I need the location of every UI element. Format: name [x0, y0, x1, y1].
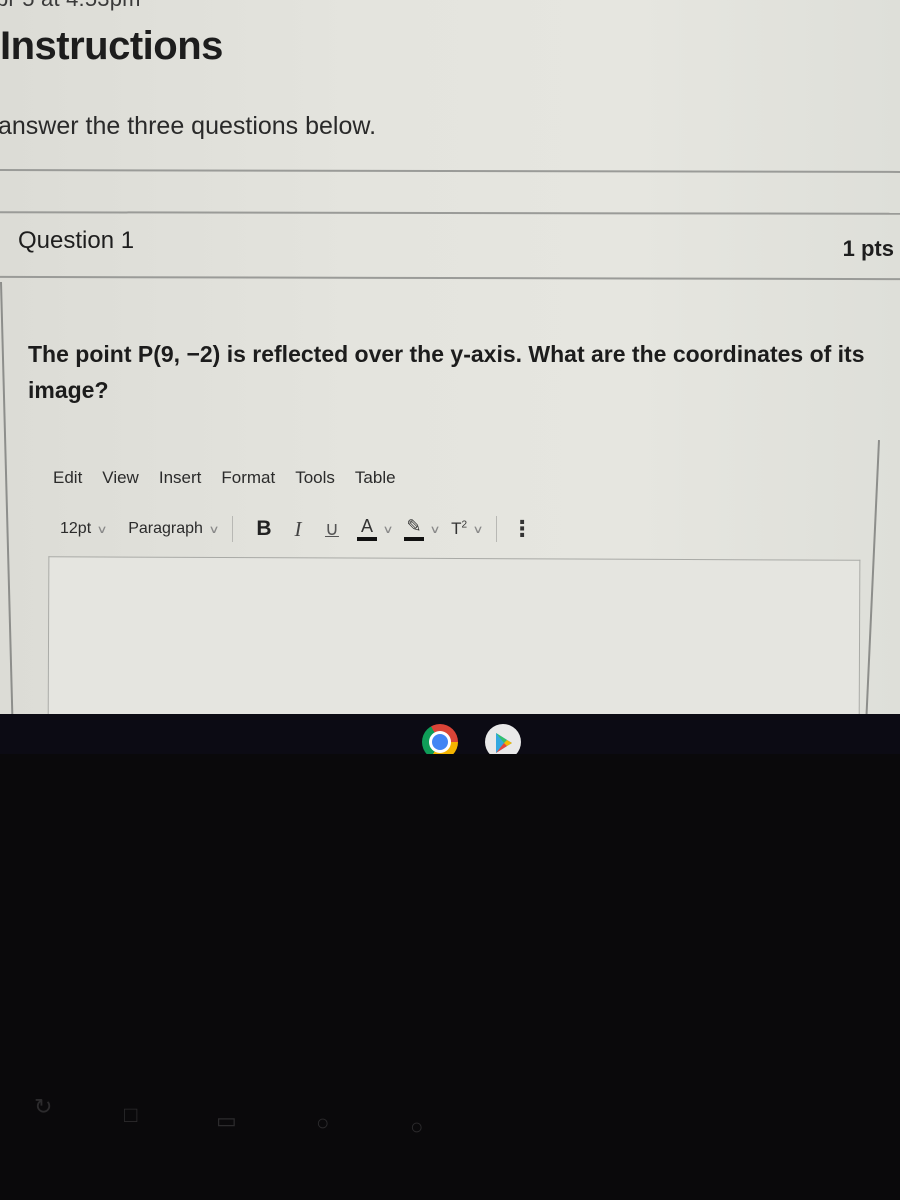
highlighter-icon: ✎ — [404, 517, 425, 541]
highlight-color-button[interactable]: ✎ ∨ — [404, 517, 441, 541]
superscript-icon: T2 — [451, 519, 468, 538]
menu-tools[interactable]: Tools — [295, 468, 335, 488]
timestamp-text: pr 5 at 4:53pm — [0, 0, 141, 12]
font-size-select[interactable]: 12pt ∨ — [60, 520, 108, 538]
question-header-bottom-border — [0, 275, 900, 281]
overview-key-icon: ▭ — [216, 1108, 237, 1133]
menu-edit[interactable]: Edit — [53, 468, 82, 488]
question-header-top-border — [0, 211, 900, 215]
keyboard-bezel: ↻ □ ▭ ○ ○ — [0, 754, 900, 1200]
question-title: Question 1 — [18, 227, 135, 254]
chevron-down-icon: ∨ — [472, 523, 484, 536]
superscript-button[interactable]: T2 ∨ — [451, 519, 484, 539]
menu-insert[interactable]: Insert — [159, 468, 202, 488]
brightness-up-key-icon: ○ — [410, 1114, 424, 1139]
chevron-down-icon: ∨ — [429, 523, 441, 536]
font-size-value: 12pt — [60, 520, 92, 537]
instructions-heading: Instructions — [0, 24, 223, 68]
chevron-down-icon: ∨ — [382, 523, 394, 536]
question-prompt: The point P(9, −2) is reflected over the… — [28, 341, 865, 403]
bold-icon: B — [256, 517, 272, 540]
editor-toolbar: 12pt ∨ Paragraph ∨ B I ∪ A ∨ ✎ ∨ T2 ∨ ⋮ — [60, 514, 533, 544]
fullscreen-key-icon: □ — [124, 1102, 138, 1127]
italic-button[interactable]: I — [281, 514, 315, 544]
question-card-right-border — [864, 440, 880, 722]
browser-screen: pr 5 at 4:53pm Instructions answer the t… — [0, 0, 900, 722]
instructions-text: answer the three questions below. — [0, 112, 377, 140]
text-color-icon: A — [356, 517, 377, 541]
toolbar-separator — [496, 516, 498, 542]
block-format-select[interactable]: Paragraph ∨ — [128, 520, 220, 538]
refresh-key-icon: ↻ — [34, 1094, 53, 1119]
menu-format[interactable]: Format — [221, 468, 275, 488]
toolbar-separator — [231, 516, 233, 542]
italic-icon: I — [294, 516, 302, 541]
editor-menubar: Edit View Insert Format Tools Table — [53, 468, 416, 488]
more-vertical-icon: ⋮ — [511, 516, 534, 541]
block-format-value: Paragraph — [128, 520, 203, 537]
bold-button[interactable]: B — [247, 514, 281, 544]
menu-view[interactable]: View — [102, 468, 139, 488]
brightness-down-key-icon: ○ — [316, 1110, 330, 1135]
text-color-button[interactable]: A ∨ — [356, 517, 394, 541]
underline-icon: ∪ — [325, 518, 339, 540]
question-card-left-border — [0, 281, 14, 722]
question-points: 1 pts — [842, 236, 894, 261]
chevron-down-icon: ∨ — [208, 523, 220, 536]
divider — [0, 169, 900, 173]
chevron-down-icon: ∨ — [96, 523, 108, 536]
menu-table[interactable]: Table — [355, 468, 396, 488]
more-options-button[interactable]: ⋮ — [511, 518, 533, 540]
answer-editor[interactable] — [47, 556, 861, 722]
underline-button[interactable]: ∪ — [315, 514, 349, 544]
